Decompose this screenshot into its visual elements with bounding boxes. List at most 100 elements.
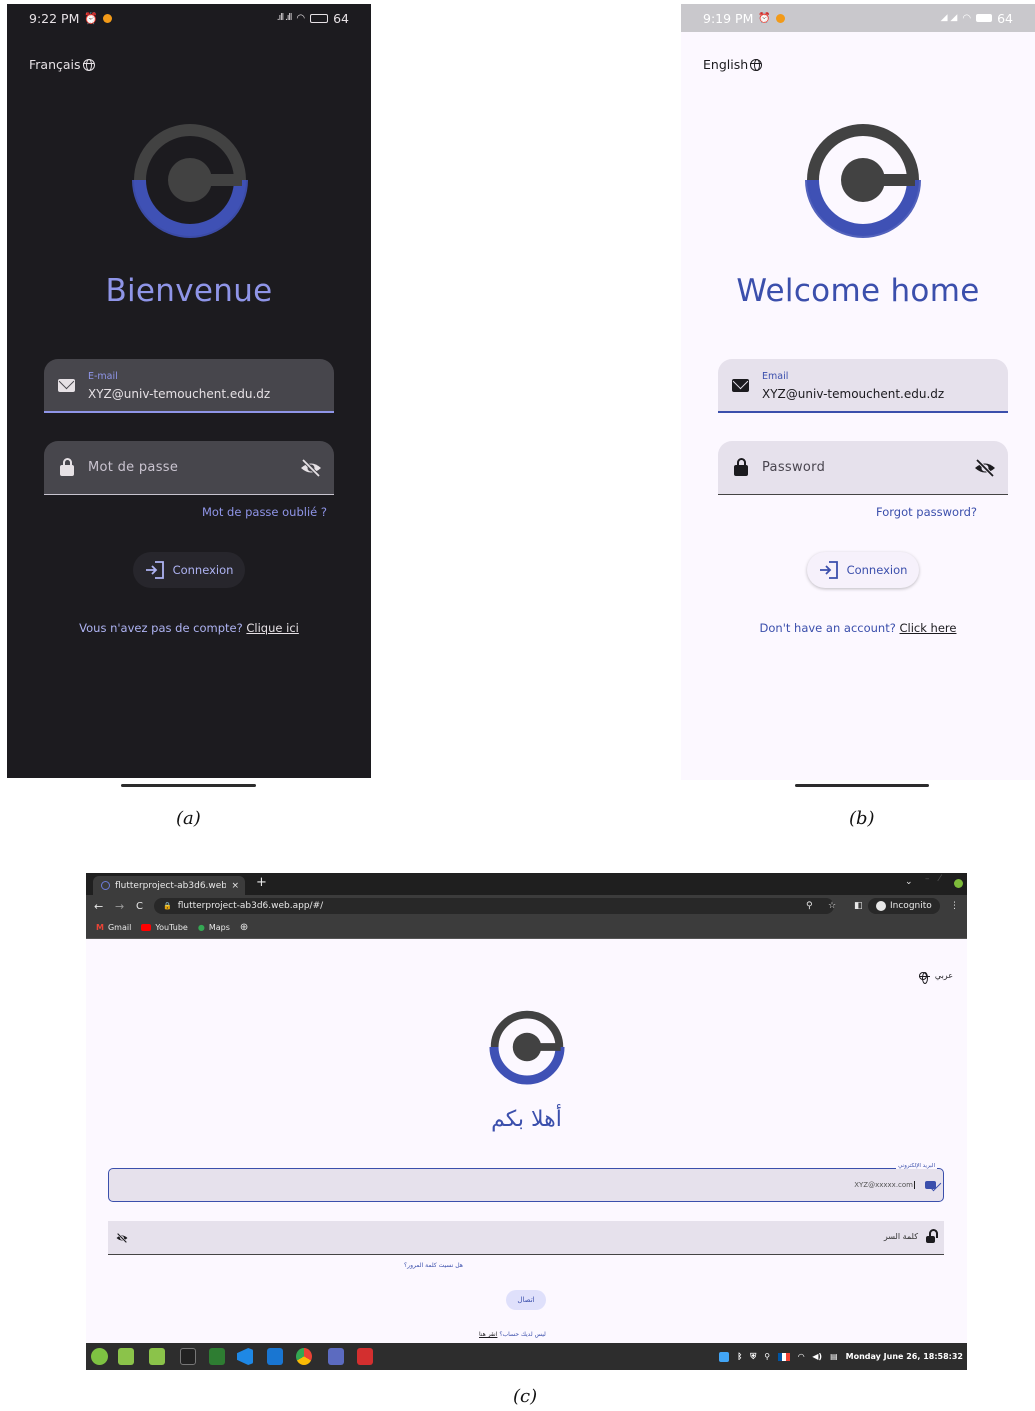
lock-icon [60,458,74,476]
bookmarks-bar: M Gmail YouTube ● Maps ⊕ [86,917,967,939]
screenshot-icon[interactable] [267,1348,283,1365]
visibility-off-icon[interactable] [300,459,322,477]
maximize-icon[interactable]: ⁄ [939,874,941,884]
minimize-icon[interactable]: – [925,874,930,884]
menu-icon[interactable]: ⋮ [950,901,959,911]
email-field[interactable]: Email XYZ@univ-temouchent.edu.dz [718,359,1008,413]
password-placeholder[interactable]: كلمة السر [884,1232,918,1241]
login-button-label: Connexion [846,563,908,577]
incognito-icon [876,901,886,911]
gmail-icon: M [96,923,104,932]
email-value[interactable]: XYZ@univ-temouchent.edu.dz [762,387,944,401]
web-icon[interactable]: ⊕ [240,922,248,933]
forward-icon[interactable]: → [115,900,124,913]
password-placeholder[interactable]: Password [762,460,825,475]
close-tab-icon[interactable]: × [231,881,245,891]
wifi-icon: ◠ [296,12,306,24]
terminal-icon[interactable] [180,1348,196,1365]
login-button[interactable]: Connexion [807,552,919,588]
back-icon[interactable]: ← [94,900,103,913]
mail-icon [732,379,749,392]
browser-tab[interactable]: flutterproject-ab3d6.web.app × [93,876,245,895]
home-indicator[interactable] [795,784,929,787]
desktop-icon[interactable] [118,1348,134,1365]
email-field[interactable]: البريد الإلكتروني XYZ@xxxxx.com [108,1163,944,1202]
zoom-search-icon[interactable]: ⚲ [806,901,813,911]
app-logo [132,124,248,238]
bookmark-label: Gmail [107,923,132,932]
side-panel-icon[interactable]: ◧ [854,901,863,911]
bluetooth-icon[interactable]: ᛒ [737,1352,742,1361]
vscode-icon[interactable] [237,1348,253,1365]
update-icon[interactable] [719,1351,730,1362]
forgot-password-link[interactable]: هل نسيت كلمة المرور؟ [404,1262,463,1269]
keyboard-layout-icon[interactable] [778,1352,791,1361]
desktop-browser-arabic: flutterproject-ab3d6.web.app × + ⌄ – ⁄ ←… [86,873,967,1370]
email-value[interactable]: XYZ@univ-temouchent.edu.dz [88,387,270,401]
language-label: عربي [934,971,953,980]
email-field[interactable]: E-mail XYZ@univ-temouchent.edu.dz [44,359,334,413]
incognito-badge[interactable]: Incognito [868,898,940,914]
signup-link[interactable]: Clique ici [246,621,298,635]
url-field[interactable]: 🔒 flutterproject-ab3d6.web.app/#/ [154,898,834,914]
login-button[interactable]: Connexion [133,552,245,588]
app-red-icon[interactable] [357,1348,373,1365]
language-switch[interactable]: عربي [918,971,953,984]
location-icon[interactable]: ⚲ [764,1352,770,1361]
bookmark-maps[interactable]: ● Maps [198,923,230,932]
login-icon [819,561,838,579]
visibility-off-icon[interactable] [974,459,996,477]
signal-icon: .ıll .ıll [276,13,293,23]
bookmark-label: YouTube [155,923,188,932]
chrome-icon[interactable] [296,1348,312,1365]
new-tab-icon[interactable]: + [256,875,267,890]
mint-menu-icon[interactable] [91,1348,108,1365]
page-title: Welcome home [736,273,980,309]
language-switch[interactable]: Français [29,57,95,72]
reload-icon[interactable]: C [136,901,143,912]
login-button[interactable]: اتصال [506,1290,546,1310]
visibility-off-icon[interactable] [116,1233,128,1243]
signup-link[interactable]: انقر هنا [479,1331,497,1338]
caption-b: (b) [849,808,875,829]
signup-link[interactable]: Click here [899,621,956,635]
bookmark-youtube[interactable]: YouTube [141,923,188,932]
signup-text: Don't have an account? [759,621,896,635]
app-notification-icon [775,13,785,23]
bookmark-star-icon[interactable]: ☆ [828,901,836,911]
signup-prompt: Don't have an account? Click here [681,621,1035,635]
volume-icon[interactable]: ◀) [812,1352,822,1361]
text-editor-icon[interactable] [328,1348,344,1365]
home-indicator[interactable] [121,784,256,787]
files-icon[interactable] [149,1348,165,1365]
lock-icon [926,1229,938,1243]
wifi-icon[interactable]: ◠ [798,1352,804,1361]
bookmark-gmail[interactable]: M Gmail [96,923,131,932]
signal-icon: ◢ ◢ [940,13,958,23]
url-text: flutterproject-ab3d6.web.app/#/ [177,901,324,911]
tab-title: flutterproject-ab3d6.web.app [115,880,227,891]
password-field[interactable]: كلمة السر [108,1221,944,1255]
system-monitor-icon[interactable] [209,1348,225,1365]
password-field[interactable]: Mot de passe [44,441,334,495]
signup-prompt: ليس لديك حساب؟ انقر هنا [479,1331,546,1338]
password-placeholder[interactable]: Mot de passe [88,460,178,475]
tab-search-icon[interactable]: ⌄ [905,877,913,887]
favicon-icon [101,881,110,890]
password-field[interactable]: Password [718,441,1008,495]
forgot-password-link[interactable]: Mot de passe oublié ? [202,505,327,519]
clock-text[interactable]: Monday June 26, 18:58:32 [846,1352,963,1361]
shield-icon[interactable]: ⛨ [750,1352,756,1362]
clipboard-icon[interactable]: ▤ [830,1352,838,1361]
globe-icon [918,971,930,984]
globe-icon [750,58,763,71]
email-value[interactable]: XYZ@xxxxx.com [854,1181,915,1189]
signup-prompt: Vous n'avez pas de compte? Clique ici [7,621,371,635]
phone-screen-english-light: 9:19 PM ⏰ ◢ ◢ ◠ 64 English Welcome home … [681,4,1035,780]
close-window-icon[interactable] [954,879,963,888]
address-bar: ← → C 🔒 flutterproject-ab3d6.web.app/#/ … [86,895,967,917]
forgot-password-link[interactable]: Forgot password? [876,505,977,519]
language-switch[interactable]: English [703,57,763,72]
status-bar: 9:19 PM ⏰ ◢ ◢ ◠ 64 [681,4,1035,32]
signup-text: Vous n'avez pas de compte? [79,621,243,635]
